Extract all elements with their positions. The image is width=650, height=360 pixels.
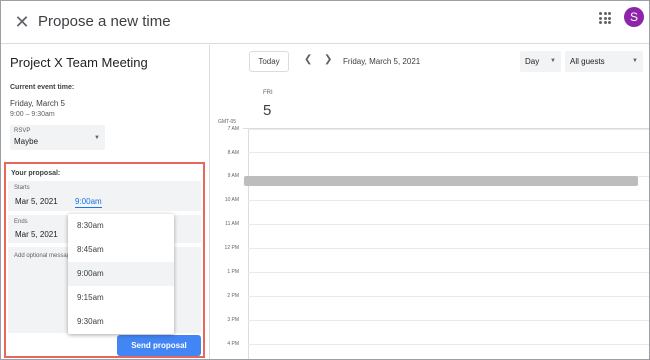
chevron-right-icon[interactable]: ❯ [324, 54, 332, 65]
rsvp-value: Maybe [14, 137, 39, 146]
hour-label: 8 AM [227, 150, 239, 156]
hour-line [248, 200, 649, 201]
hour-label: 4 PM [227, 341, 239, 347]
chevron-left-icon[interactable]: ❮ [304, 54, 312, 65]
caret-down-icon: ▼ [632, 58, 638, 64]
time-option[interactable]: 9:30am [68, 310, 174, 334]
guests-select-value: All guests [570, 57, 605, 66]
hour-line [248, 152, 649, 153]
day-of-week: FRI [263, 90, 273, 96]
time-option[interactable]: 8:30am [68, 214, 174, 238]
hour-label: 7 AM [227, 126, 239, 132]
time-option-selected[interactable]: 9:00am [68, 262, 174, 286]
starts-field: Starts Mar 5, 2021 9:00am [8, 181, 201, 211]
time-option[interactable]: 9:15am [68, 286, 174, 310]
top-bar: ✕ Propose a new time S [1, 1, 649, 44]
hour-line [248, 248, 649, 249]
hour-label: 11 AM [225, 221, 239, 227]
apps-grid-icon[interactable] [599, 12, 611, 24]
day-column-border [248, 129, 249, 359]
current-event-date: Friday, March 5 [10, 99, 65, 108]
today-button[interactable]: Today [249, 51, 289, 72]
hour-label: 10 AM [224, 197, 239, 203]
avatar[interactable]: S [624, 7, 644, 27]
guests-select[interactable]: All guests ▼ [565, 51, 643, 72]
start-time-input[interactable]: 9:00am [75, 197, 102, 208]
time-option[interactable]: 8:45am [68, 238, 174, 262]
hour-line [248, 296, 649, 297]
hour-line [248, 344, 649, 345]
hour-label: 9 AM [227, 173, 239, 179]
proposal-title: Your proposal: [11, 170, 61, 177]
hour-line [248, 129, 649, 130]
rsvp-select[interactable]: RSVP Maybe ▼ [10, 125, 105, 150]
hour-line [248, 320, 649, 321]
day-number: 5 [263, 102, 272, 119]
close-icon[interactable]: ✕ [13, 13, 31, 31]
page-title: Propose a new time [38, 13, 171, 30]
hour-label: 12 PM [224, 245, 239, 251]
send-proposal-button[interactable]: Send proposal [117, 335, 201, 356]
ends-label: Ends [14, 219, 28, 225]
time-dropdown: 8:30am 8:45am 9:00am 9:15am 9:30am [68, 214, 174, 334]
caret-down-icon: ▼ [550, 58, 556, 64]
caret-down-icon: ▼ [94, 135, 100, 141]
hour-line [248, 272, 649, 273]
hour-label: 2 PM [227, 293, 239, 299]
current-event-time: 9:00 – 9:30am [10, 111, 55, 118]
current-event-label: Current event time: [10, 84, 75, 91]
calendar-panel: Today ❮ ❯ Friday, March 5, 2021 Day ▼ Al… [211, 45, 649, 359]
hour-label: 3 PM [227, 317, 239, 323]
rsvp-label: RSVP [14, 128, 31, 134]
view-select-value: Day [525, 57, 540, 66]
starts-label: Starts [14, 185, 30, 191]
hour-label: 1 PM [227, 269, 239, 275]
start-date-input[interactable]: Mar 5, 2021 [15, 197, 58, 206]
meeting-title: Project X Team Meeting [10, 55, 148, 70]
view-select[interactable]: Day ▼ [520, 51, 561, 72]
calendar-date-label: Friday, March 5, 2021 [343, 57, 421, 66]
proposed-event-block[interactable] [244, 176, 638, 186]
timezone-label: GMT-05 [218, 119, 237, 125]
propose-time-window: ✕ Propose a new time S Project X Team Me… [0, 0, 650, 360]
hour-line [248, 224, 649, 225]
end-date-input[interactable]: Mar 5, 2021 [15, 230, 58, 239]
message-placeholder: Add optional message [14, 253, 74, 259]
